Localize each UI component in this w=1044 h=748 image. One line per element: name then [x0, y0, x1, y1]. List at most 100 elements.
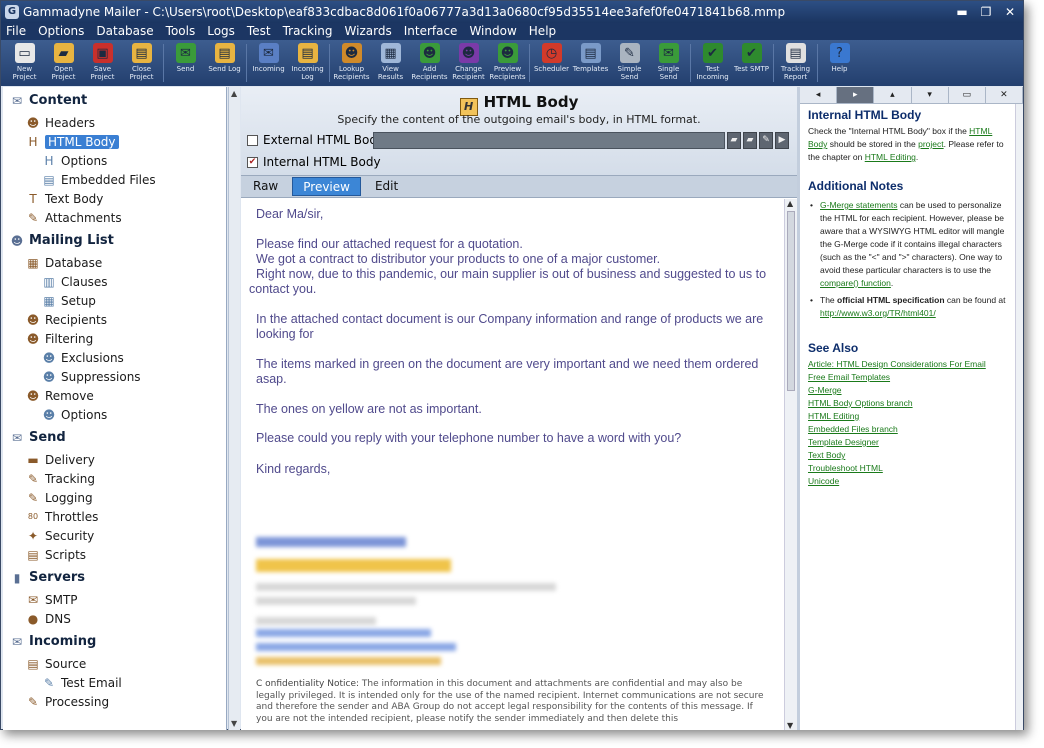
tree-item-mailing-list[interactable]: ☻ Mailing List: [9, 231, 114, 250]
external-html-path-field[interactable]: [373, 132, 725, 149]
help-nav-maximize-icon[interactable]: ▭: [949, 87, 986, 103]
save-project-button[interactable]: ▣ Save Project: [83, 40, 122, 86]
internal-html-checkbox[interactable]: ✔: [247, 156, 258, 168]
help-nav-down-icon[interactable]: ▾: [912, 87, 949, 103]
tree-item-headers[interactable]: ☻ Headers: [25, 113, 95, 132]
tree-item-remove[interactable]: ☻ Remove: [25, 386, 94, 405]
simple-send-button[interactable]: ✎ Simple Send: [610, 40, 649, 86]
view-results-button[interactable]: ▦ View Results: [371, 40, 410, 86]
help-button[interactable]: ? Help: [820, 40, 859, 86]
new-project-button[interactable]: ▭ New Project: [5, 40, 44, 86]
tree-item-scripts[interactable]: ▤ Scripts: [25, 545, 86, 564]
tree-item-text-body[interactable]: T Text Body: [25, 189, 103, 208]
menu-wizards[interactable]: Wizards: [344, 23, 393, 40]
tree-item-exclusions[interactable]: ☻ Exclusions: [41, 348, 124, 367]
menu-tracking[interactable]: Tracking: [282, 23, 334, 40]
menu-interface[interactable]: Interface: [403, 23, 459, 40]
send-button[interactable]: ✉ Send: [166, 40, 205, 86]
preview-recipients-button[interactable]: ☻ Preview Recipients: [488, 40, 527, 86]
tree-item-send[interactable]: ✉ Send: [9, 428, 66, 447]
minimize-icon[interactable]: ▬: [955, 1, 969, 23]
tree-item-dns[interactable]: ● DNS: [25, 609, 71, 628]
templates-button[interactable]: ▤ Templates: [571, 40, 610, 86]
tree-item-attachments[interactable]: ✎ Attachments: [25, 208, 122, 227]
preview-scrollbar[interactable]: ▲ ▼: [784, 199, 797, 730]
see-also-link[interactable]: Template Designer: [808, 436, 1008, 449]
help-link[interactable]: HTML Editing: [865, 152, 916, 162]
tree-splitter[interactable]: ▲ ▼: [228, 87, 240, 730]
close-icon[interactable]: ✕: [1003, 1, 1017, 23]
lookup-recipients-button[interactable]: ☻ Lookup Recipients: [332, 40, 371, 86]
menu-window[interactable]: Window: [468, 23, 517, 40]
tree-item-options[interactable]: ☻ Options: [41, 405, 108, 424]
help-nav-up-icon[interactable]: ▴: [874, 87, 912, 103]
help-link[interactable]: project: [918, 139, 944, 149]
tree-item-incoming[interactable]: ✉ Incoming: [9, 632, 96, 651]
help-nav-close-icon[interactable]: ✕: [986, 87, 1024, 103]
tree-scrollbar[interactable]: ▲ ▼: [228, 87, 240, 730]
tree-item-processing[interactable]: ✎ Processing: [25, 692, 109, 711]
see-also-link[interactable]: Text Body: [808, 449, 1008, 462]
tree-item-filtering[interactable]: ☻ Filtering: [25, 329, 94, 348]
tab-raw[interactable]: Raw: [243, 177, 288, 196]
tree-item-recipients[interactable]: ☻ Recipients: [25, 310, 107, 329]
tree-item-smtp[interactable]: ✉ SMTP: [25, 590, 78, 609]
external-html-checkbox[interactable]: [247, 134, 258, 146]
send-log-button[interactable]: ▤ Send Log: [205, 40, 244, 86]
menu-logs[interactable]: Logs: [206, 23, 236, 40]
see-also-link[interactable]: Article: HTML Design Considerations For …: [808, 358, 1008, 371]
tab-edit[interactable]: Edit: [365, 177, 408, 196]
menu-test[interactable]: Test: [246, 23, 272, 40]
menu-tools[interactable]: Tools: [165, 23, 197, 40]
tree-item-options[interactable]: H Options: [41, 151, 107, 170]
browse-icon[interactable]: ▰: [727, 132, 741, 149]
scroll-up-icon[interactable]: ▲: [231, 89, 237, 98]
tree-item-throttles[interactable]: 80 Throttles: [25, 507, 98, 526]
menu-database[interactable]: Database: [95, 23, 154, 40]
tab-preview[interactable]: Preview: [292, 177, 361, 196]
tree-item-source[interactable]: ▤ Source: [25, 654, 86, 673]
see-also-link[interactable]: Free Email Templates: [808, 371, 1008, 384]
close-project-button[interactable]: ▤ Close Project: [122, 40, 161, 86]
menu-file[interactable]: File: [5, 23, 27, 40]
tracking-report-button[interactable]: ▤ Tracking Report: [776, 40, 815, 86]
tree-item-setup[interactable]: ▦ Setup: [41, 291, 96, 310]
tree-item-html-body[interactable]: H HTML Body: [25, 132, 119, 151]
menu-options[interactable]: Options: [37, 23, 85, 40]
tree-item-embedded-files[interactable]: ▤ Embedded Files: [41, 170, 155, 189]
tree-item-test-email[interactable]: ✎ Test Email: [41, 673, 122, 692]
edit-file-icon[interactable]: ✎: [759, 132, 773, 149]
help-nav-forward-icon[interactable]: ▸: [837, 87, 875, 103]
scroll-up-icon[interactable]: ▲: [787, 199, 793, 208]
test-incoming-button[interactable]: ✔ Test Incoming: [693, 40, 732, 86]
see-also-link[interactable]: Unicode: [808, 475, 1008, 488]
open-folder-icon[interactable]: ▰: [743, 132, 757, 149]
help-link[interactable]: compare() function: [820, 278, 891, 288]
see-also-link[interactable]: Embedded Files branch: [808, 423, 1008, 436]
open-project-button[interactable]: ▰ Open Project: [44, 40, 83, 86]
incoming-button[interactable]: ✉ Incoming: [249, 40, 288, 86]
tree-item-logging[interactable]: ✎ Logging: [25, 488, 93, 507]
menu-help[interactable]: Help: [528, 23, 557, 40]
scroll-thumb[interactable]: [787, 211, 795, 391]
html-preview[interactable]: Dear Ma/sir, Please find our attached re…: [241, 199, 783, 730]
tree-item-suppressions[interactable]: ☻ Suppressions: [41, 367, 141, 386]
change-recipient-button[interactable]: ☻ Change Recipient: [449, 40, 488, 86]
scheduler-button[interactable]: ◷ Scheduler: [532, 40, 571, 86]
see-also-link[interactable]: HTML Body Options branch: [808, 397, 1008, 410]
play-icon[interactable]: ▶: [775, 132, 789, 149]
tree-item-clauses[interactable]: ▥ Clauses: [41, 272, 107, 291]
see-also-link[interactable]: G-Merge: [808, 384, 1008, 397]
restore-icon[interactable]: ❐: [979, 1, 993, 23]
test-smtp-button[interactable]: ✔ Test SMTP: [732, 40, 771, 86]
help-link[interactable]: http://www.w3.org/TR/html401/: [820, 308, 936, 318]
single-send-button[interactable]: ✉ Single Send: [649, 40, 688, 86]
scroll-down-icon[interactable]: ▼: [231, 719, 237, 728]
tree-item-security[interactable]: ✦ Security: [25, 526, 94, 545]
tree-item-tracking[interactable]: ✎ Tracking: [25, 469, 95, 488]
tree-item-servers[interactable]: ▮ Servers: [9, 568, 85, 587]
help-scrollbar[interactable]: [1015, 104, 1023, 730]
help-nav-back-icon[interactable]: ◂: [800, 87, 838, 103]
tree-item-delivery[interactable]: ▬ Delivery: [25, 450, 94, 469]
scroll-down-icon[interactable]: ▼: [787, 721, 793, 730]
